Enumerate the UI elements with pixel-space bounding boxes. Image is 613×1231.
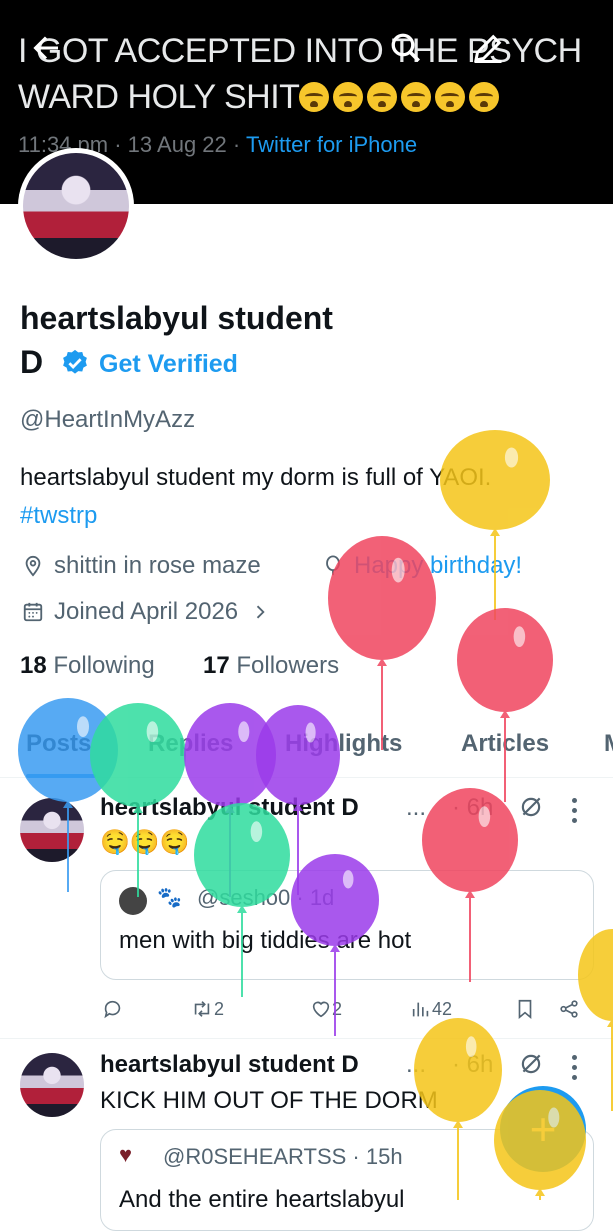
crying-face-icon <box>469 82 500 112</box>
avatar-image <box>20 798 84 862</box>
compose-button[interactable]: + <box>500 1086 586 1172</box>
profile-birthday: Happy birthday! <box>322 552 522 580</box>
tab-replies[interactable]: Replies <box>148 730 233 758</box>
pencil-icon[interactable] <box>470 30 506 66</box>
tab-highlights[interactable]: Highlights <box>285 730 402 758</box>
followers-link[interactable]: 17 Followers <box>203 652 339 680</box>
arrow-left-icon[interactable] <box>28 30 64 66</box>
post-time: · 6h <box>452 1051 494 1078</box>
views-chart-icon <box>412 1002 429 1017</box>
crying-face-icon <box>333 82 364 112</box>
views-button[interactable]: 42 <box>410 998 452 1020</box>
post-item[interactable]: heartslabyul student D ... · 6h 🤤🤤🤤 🐾 @s… <box>0 780 613 1038</box>
quote-handle: @sesho0 · 1d <box>197 885 335 910</box>
chevron-right-icon <box>256 605 265 619</box>
profile-joined[interactable]: Joined April 2026 <box>22 598 280 626</box>
post-avatar[interactable] <box>20 1053 84 1117</box>
profile-name-line2: D <box>20 344 44 380</box>
views-count: 42 <box>432 998 453 1019</box>
reply-button[interactable] <box>102 998 124 1020</box>
retweet-count: 2 <box>214 998 225 1019</box>
post-author[interactable]: heartslabyul student D <box>100 1051 359 1079</box>
avatar-image <box>23 153 129 259</box>
retweet-button[interactable]: 2 <box>190 998 224 1020</box>
grok-icon[interactable] <box>518 794 544 820</box>
calendar-icon <box>23 602 43 622</box>
banner-emojis <box>299 74 503 120</box>
crying-face-icon <box>367 82 398 112</box>
like-count: 2 <box>332 998 343 1019</box>
post-avatar[interactable] <box>20 798 84 862</box>
quoted-post[interactable]: 🐾 @sesho0 · 1d men with big tiddies are … <box>100 870 594 980</box>
tab-active-indicator <box>26 774 96 778</box>
separator: · <box>108 132 128 157</box>
joined-text: Joined April 2026 <box>54 598 239 625</box>
profile-name-line1: heartslabyul student <box>20 300 333 336</box>
followers-label: Followers <box>229 652 340 679</box>
paw-icon: 🐾 <box>157 887 182 909</box>
following-link[interactable]: 18 Following <box>20 652 155 680</box>
heart-avatar-icon: ♥ <box>119 1142 133 1167</box>
quote-handle: @R0SEHEARTSS · 15h <box>163 1144 403 1169</box>
profile-handle: @HeartInMyAzz <box>20 406 196 433</box>
get-verified-link[interactable]: Get Verified <box>99 350 238 379</box>
quote-avatar <box>119 887 147 915</box>
retweet-icon <box>194 1001 210 1017</box>
banner-source: Twitter for iPhone <box>245 132 418 157</box>
quote-text: men with big tiddies are hot <box>119 927 412 954</box>
profile-location: shittin in rose maze <box>22 552 261 580</box>
post-author[interactable]: heartslabyul student D <box>100 794 359 822</box>
separator: · <box>226 132 246 157</box>
profile-tabs: Posts Replies Highlights Articles M <box>0 715 613 778</box>
search-icon[interactable] <box>388 30 424 66</box>
tab-articles[interactable]: Articles <box>461 730 549 758</box>
post-text: KICK HIM OUT OF THE DORM <box>100 1087 438 1114</box>
balloon-icon <box>326 555 340 576</box>
avatar-image <box>20 1053 84 1117</box>
bio-text: heartslabyul student my dorm is full of … <box>20 464 492 491</box>
heart-icon <box>312 1001 330 1018</box>
crying-face-icon <box>401 82 432 112</box>
more-options-icon[interactable] <box>572 1055 578 1081</box>
post-author-ellipsis: ... <box>406 794 427 821</box>
location-text: shittin in rose maze <box>54 552 261 579</box>
post-author-ellipsis: ... <box>406 1051 427 1078</box>
post-time: · 6h <box>452 794 494 821</box>
followers-count: 17 <box>203 652 230 679</box>
profile-bio: heartslabyul student my dorm is full of … <box>20 459 610 535</box>
crying-face-icon <box>435 82 466 112</box>
following-label: Following <box>46 652 155 679</box>
following-count: 18 <box>20 652 47 679</box>
birthday-text: Happy birthday! <box>354 552 523 579</box>
crying-face-icon <box>299 82 330 112</box>
verified-badge-icon[interactable] <box>60 348 90 378</box>
bookmark-icon[interactable] <box>514 998 536 1020</box>
post-text: 🤤🤤🤤 <box>100 829 190 856</box>
banner-date: 13 Aug 22 <box>127 132 227 157</box>
tab-more[interactable]: M <box>604 730 613 758</box>
tab-posts[interactable]: Posts <box>26 730 91 758</box>
location-pin-icon <box>25 555 41 577</box>
grok-icon[interactable] <box>518 1051 544 1077</box>
share-icon[interactable] <box>558 998 580 1020</box>
bio-hashtag[interactable]: #twstrp <box>20 502 97 529</box>
reply-icon <box>104 1000 121 1019</box>
like-button[interactable]: 2 <box>310 998 342 1020</box>
quote-text: And the entire heartslabyul <box>119 1186 405 1213</box>
profile-avatar[interactable] <box>18 148 134 264</box>
more-options-icon[interactable] <box>572 798 578 824</box>
